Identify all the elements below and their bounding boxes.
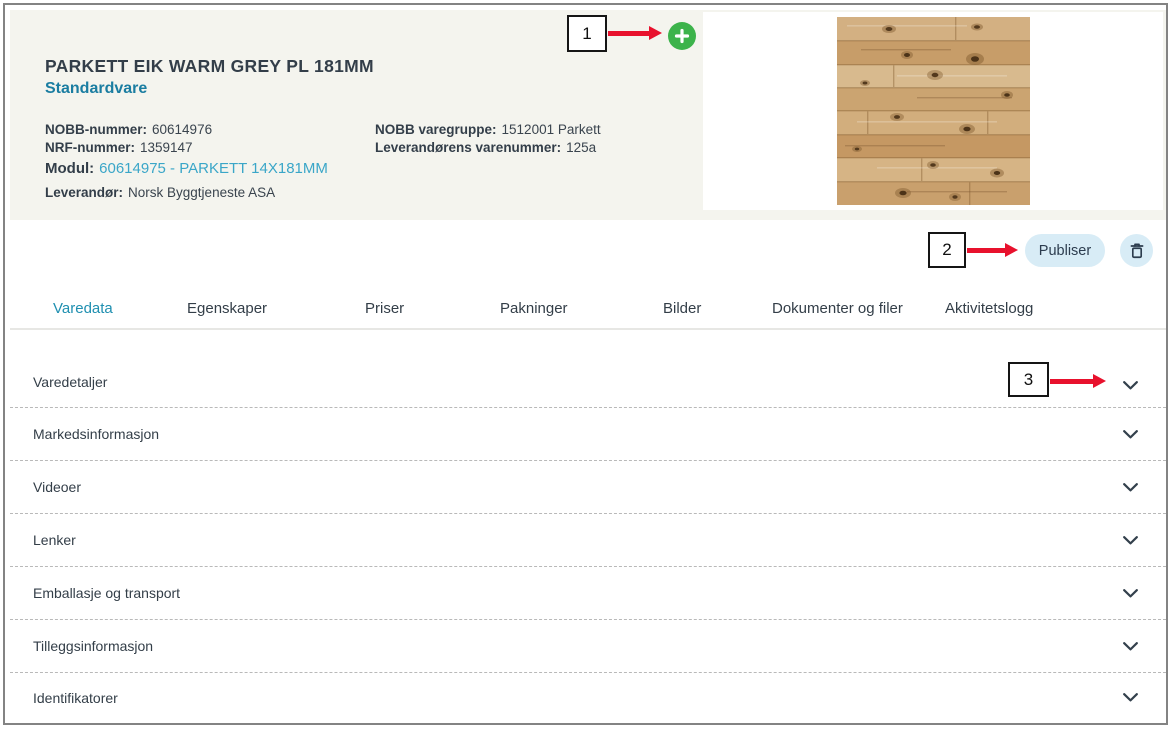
trash-icon: [1128, 241, 1146, 260]
leverandor-label: Leverandør:: [45, 185, 123, 200]
accordion-row-markedsinformasjon[interactable]: Markedsinformasjon: [10, 408, 1166, 461]
accordion-label: Lenker: [33, 532, 76, 548]
publish-button[interactable]: Publiser: [1025, 234, 1105, 267]
nobb-number-field: NOBB-nummer: 60614976: [45, 122, 212, 137]
modul-field: Modul: 60614975 - PARKETT 14X181MM: [45, 160, 328, 177]
product-image-container: [703, 12, 1163, 210]
tab-varedata[interactable]: Varedata: [53, 300, 113, 317]
accordion-row-tilleggsinformasjon[interactable]: Tilleggsinformasjon: [10, 620, 1166, 673]
annotation-arrow-3: [1050, 374, 1106, 388]
accordion-row-identifikatorer[interactable]: Identifikatorer: [10, 673, 1166, 722]
accordion-label: Identifikatorer: [33, 690, 118, 706]
annotation-box-2: 2: [928, 232, 966, 268]
add-button[interactable]: [668, 22, 696, 50]
varenummer-value: 125a: [566, 140, 596, 155]
plus-icon: [674, 28, 690, 44]
chevron-down-icon[interactable]: [1123, 430, 1138, 439]
nrf-number-value: 1359147: [140, 140, 193, 155]
leverandor-value: Norsk Byggtjeneste ASA: [128, 185, 275, 200]
chevron-down-icon[interactable]: [1123, 381, 1138, 390]
modul-label: Modul:: [45, 160, 94, 177]
accordion-row-lenker[interactable]: Lenker: [10, 514, 1166, 567]
chevron-down-icon[interactable]: [1123, 483, 1138, 492]
accordion-row-videoer[interactable]: Videoer: [10, 461, 1166, 514]
accordion-row-emballasje[interactable]: Emballasje og transport: [10, 567, 1166, 620]
accordion-label: Markedsinformasjon: [33, 426, 159, 442]
chevron-down-icon[interactable]: [1123, 642, 1138, 651]
tab-pakninger[interactable]: Pakninger: [500, 300, 568, 317]
varegruppe-value: 1512001 Parkett: [502, 122, 601, 137]
annotation-box-3: 3: [1008, 362, 1049, 397]
product-type-link[interactable]: Standardvare: [45, 80, 147, 98]
varegruppe-label: NOBB varegruppe:: [375, 122, 497, 137]
modul-link[interactable]: 60614975 - PARKETT 14X181MM: [99, 160, 328, 177]
tab-dokumenter[interactable]: Dokumenter og filer: [772, 300, 903, 317]
varegruppe-field: NOBB varegruppe: 1512001 Parkett: [375, 122, 601, 137]
nrf-number-label: NRF-nummer:: [45, 140, 135, 155]
chevron-down-icon[interactable]: [1123, 693, 1138, 702]
varenummer-field: Leverandørens varenummer: 125a: [375, 140, 596, 155]
delete-button[interactable]: [1120, 234, 1153, 267]
chevron-down-icon[interactable]: [1123, 536, 1138, 545]
accordion-label: Varedetaljer: [33, 374, 107, 390]
accordion-label: Videoer: [33, 479, 81, 495]
tab-egenskaper[interactable]: Egenskaper: [187, 300, 267, 317]
tab-bilder[interactable]: Bilder: [663, 300, 701, 317]
nobb-number-label: NOBB-nummer:: [45, 122, 147, 137]
chevron-down-icon[interactable]: [1123, 589, 1138, 598]
nrf-number-field: NRF-nummer: 1359147: [45, 140, 193, 155]
tab-priser[interactable]: Priser: [365, 300, 404, 317]
tab-aktivitetslogg[interactable]: Aktivitetslogg: [945, 300, 1033, 317]
product-image: [837, 17, 1030, 205]
accordion-label: Emballasje og transport: [33, 585, 180, 601]
annotation-arrow-1: [608, 26, 662, 40]
accordion-label: Tilleggsinformasjon: [33, 638, 153, 654]
accordion-panel: Varedetaljer Markedsinformasjon Videoer …: [10, 330, 1166, 722]
nobb-number-value: 60614976: [152, 122, 212, 137]
accordion-row-varedetaljer[interactable]: Varedetaljer: [10, 330, 1166, 408]
annotation-box-1: 1: [567, 15, 607, 52]
leverandor-field: Leverandør: Norsk Byggtjeneste ASA: [45, 185, 275, 200]
page-title: PARKETT EIK WARM GREY PL 181MM: [45, 56, 374, 77]
annotation-arrow-2: [967, 243, 1018, 257]
varenummer-label: Leverandørens varenummer:: [375, 140, 561, 155]
